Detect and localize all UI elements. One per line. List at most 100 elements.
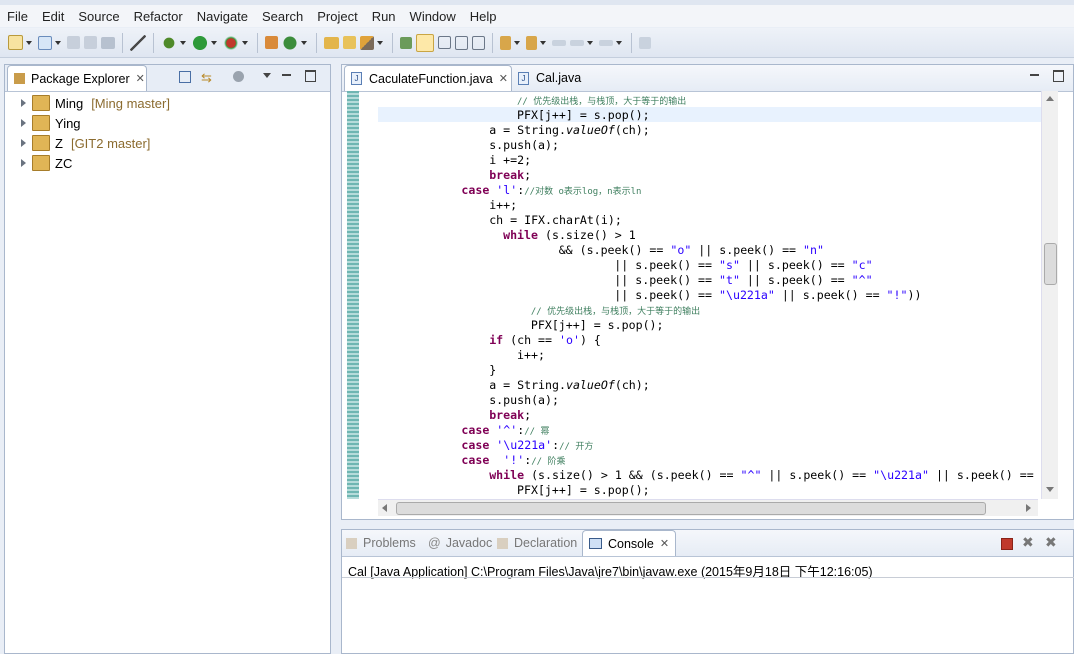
new-java-package-icon[interactable] (265, 36, 278, 49)
menu-file[interactable]: File (0, 9, 35, 24)
menu-help[interactable]: Help (463, 9, 504, 24)
new-dropdown-icon[interactable] (26, 40, 32, 45)
java-file-icon: J (518, 71, 529, 85)
debug-icon[interactable] (161, 34, 177, 51)
tab-cal-java[interactable]: J Cal.java (514, 65, 598, 91)
collapse-all-icon[interactable] (179, 71, 191, 83)
forward-dropdown-icon[interactable] (616, 40, 622, 45)
expand-arrow-icon[interactable] (21, 159, 26, 167)
project-folder-icon (32, 95, 50, 111)
code-line: && (s.peek() == "o" || s.peek() == "n" (558, 243, 824, 257)
tree-item-z[interactable]: Z [GIT2 master] (21, 133, 150, 153)
menu-search[interactable]: Search (255, 9, 310, 24)
view-filters-icon[interactable] (233, 71, 244, 82)
code-line: case '!':// 阶乘 (461, 453, 566, 467)
vertical-scroll-thumb[interactable] (1044, 243, 1057, 285)
forward-icon[interactable] (599, 39, 613, 46)
code-line: a = String.valueOf(ch); (489, 123, 650, 137)
last-edit-location-icon[interactable] (552, 39, 566, 46)
package-explorer-tabbar: Package Explorer ✕ ⇆ (5, 65, 330, 92)
minimize-icon[interactable] (1030, 74, 1039, 76)
code-line: PFX[j++] = s.pop(); (517, 108, 650, 122)
minimize-icon[interactable] (282, 74, 291, 76)
save-icon[interactable] (67, 36, 80, 49)
back-dropdown-icon[interactable] (587, 40, 593, 45)
open-task-icon[interactable] (343, 36, 356, 49)
code-line: i +=2; (489, 153, 532, 167)
code-line: while (s.size() > 1 && (s.peek() == "^" … (489, 468, 1034, 482)
open-type-icon[interactable] (324, 36, 339, 49)
remove-all-terminated-icon[interactable]: ✖ (1045, 534, 1057, 551)
run-icon[interactable] (192, 34, 208, 51)
code-editor[interactable]: // 优先级出栈，与栈顶，大于等于的输出 PFX[j++] = s.pop(); a… (378, 89, 1038, 499)
project-folder-icon (32, 115, 50, 131)
tree-item-ying[interactable]: Ying (21, 113, 81, 133)
expand-arrow-icon[interactable] (21, 99, 26, 107)
terminate-icon[interactable] (1001, 538, 1013, 550)
close-icon[interactable]: ✕ (499, 72, 508, 85)
new-java-class-dropdown-icon[interactable] (301, 40, 307, 45)
external-tools-dropdown-icon[interactable] (242, 40, 248, 45)
menu-window[interactable]: Window (403, 9, 463, 24)
code-line: PFX[j++] = s.pop(); (530, 318, 664, 332)
tree-item-zc[interactable]: ZC (21, 153, 72, 173)
back-icon[interactable] (570, 39, 584, 46)
horizontal-scroll-thumb[interactable] (396, 502, 986, 515)
new-class-icon[interactable] (38, 35, 52, 50)
menu-navigate[interactable]: Navigate (190, 9, 255, 24)
vertical-scrollbar[interactable] (1041, 91, 1058, 499)
scroll-left-icon[interactable] (382, 504, 387, 512)
toggle-breadcrumb-icon[interactable] (400, 36, 412, 49)
show-paragraph-icon[interactable] (472, 35, 485, 50)
new-class-dropdown-icon[interactable] (55, 40, 61, 45)
toggle-mark-occurrences-icon[interactable] (416, 33, 434, 52)
previous-annotation-icon[interactable] (526, 35, 537, 50)
scroll-up-icon[interactable] (1046, 96, 1054, 101)
remove-launch-icon[interactable]: ✖ (1022, 534, 1034, 551)
close-icon[interactable]: ✕ (136, 72, 145, 85)
search-dropdown-icon[interactable] (377, 40, 383, 45)
tab-caculatefunction-java[interactable]: J CaculateFunction.java ✕ (344, 65, 512, 91)
code-line: i++; (489, 198, 518, 212)
menu-project[interactable]: Project (310, 9, 364, 24)
search-icon[interactable] (360, 35, 374, 50)
menu-edit[interactable]: Edit (35, 9, 71, 24)
tree-item-ming[interactable]: Ming [Ming master] (21, 93, 170, 113)
menu-source[interactable]: Source (71, 9, 126, 24)
tab-declaration[interactable]: Declaration (497, 530, 577, 556)
debug-dropdown-icon[interactable] (180, 40, 186, 45)
toggle-block-selection-icon[interactable] (438, 36, 451, 49)
link-with-editor-icon[interactable]: ⇆ (201, 70, 212, 86)
previous-annotation-dropdown-icon[interactable] (540, 40, 546, 45)
scroll-right-icon[interactable] (1026, 504, 1031, 512)
declaration-icon (497, 537, 508, 549)
skip-breakpoints-icon[interactable] (130, 34, 146, 51)
next-annotation-dropdown-icon[interactable] (514, 40, 520, 45)
tab-problems[interactable]: Problems (346, 530, 416, 556)
tab-package-explorer[interactable]: Package Explorer ✕ (7, 65, 147, 91)
maximize-icon[interactable] (1053, 70, 1064, 82)
scroll-down-icon[interactable] (1046, 487, 1054, 492)
print-icon[interactable] (101, 36, 115, 49)
menu-run[interactable]: Run (365, 9, 403, 24)
view-menu-chevron-down-icon[interactable] (263, 73, 271, 78)
close-icon[interactable]: ✕ (660, 537, 669, 550)
tab-console[interactable]: Console ✕ (582, 530, 676, 556)
run-dropdown-icon[interactable] (211, 40, 217, 45)
package-explorer-icon (14, 73, 25, 84)
expand-arrow-icon[interactable] (21, 139, 26, 147)
next-annotation-icon[interactable] (500, 35, 511, 50)
menu-refactor[interactable]: Refactor (127, 9, 190, 24)
expand-arrow-icon[interactable] (21, 119, 26, 127)
git-branch-label: [Ming master] (91, 95, 170, 111)
pin-editor-icon[interactable] (639, 36, 651, 49)
horizontal-scrollbar[interactable] (378, 499, 1038, 516)
new-icon[interactable] (8, 35, 23, 50)
tab-javadoc[interactable]: @ Javadoc (428, 530, 492, 556)
maximize-icon[interactable] (305, 70, 316, 82)
save-all-icon[interactable] (84, 36, 97, 49)
external-tools-icon[interactable] (223, 34, 239, 51)
tab-label: Problems (363, 536, 416, 550)
show-whitespace-icon[interactable] (455, 35, 468, 50)
new-java-class-icon[interactable] (282, 34, 298, 51)
